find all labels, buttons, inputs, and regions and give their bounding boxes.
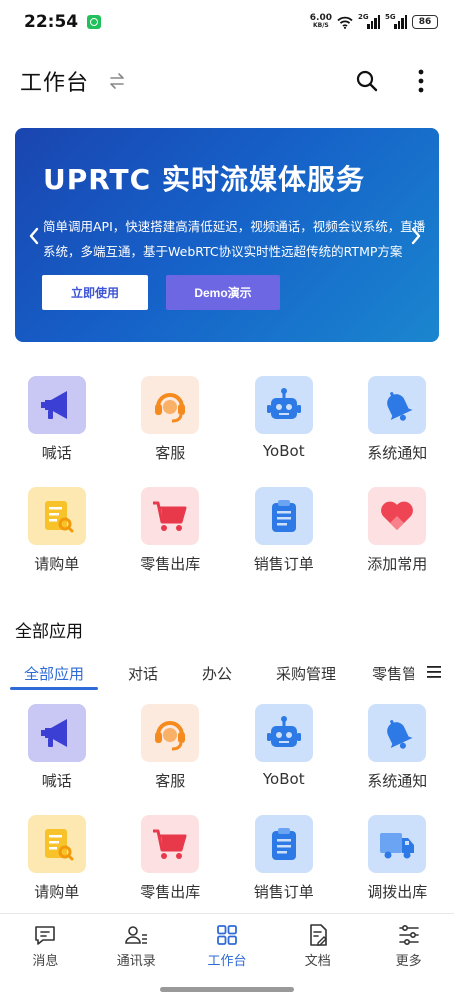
search-icon <box>356 70 378 92</box>
app-header: 工作台 <box>0 54 454 108</box>
tab-office[interactable]: 办公 <box>200 663 234 684</box>
tab-purchase-management[interactable]: 采购管理 <box>274 663 338 684</box>
chevron-right-icon[interactable] <box>409 226 423 246</box>
nav-item-contacts[interactable]: 通讯录 <box>91 914 182 975</box>
workbench-grid-icon <box>217 925 237 945</box>
app-label: 销售订单 <box>253 883 314 901</box>
use-now-button[interactable]: 立即使用 <box>42 275 148 310</box>
promo-banner[interactable]: UPRTC 实时流媒体服务 简单调用API，快速搭建高清低延迟，视频通话，视频会… <box>15 128 439 342</box>
app-label: 客服 <box>155 444 186 462</box>
status-time: 22:54 <box>24 12 79 32</box>
clipboard-icon <box>254 487 313 545</box>
app-label: 喊话 <box>41 444 72 462</box>
nav-label: 消息 <box>32 954 59 969</box>
headset-icon <box>141 376 200 434</box>
app-label: 客服 <box>155 772 186 790</box>
app-label: YoBot <box>262 442 305 460</box>
bottom-nav: 消息 通讯录 工作台 文档 更多 <box>0 913 454 975</box>
app-label: 喊话 <box>41 772 72 790</box>
contacts-icon <box>125 926 148 944</box>
app-requisition[interactable]: 请购单 <box>0 487 114 598</box>
chevron-left-icon[interactable] <box>27 226 41 246</box>
shopping-cart-icon <box>141 815 200 873</box>
home-indicator[interactable] <box>160 987 294 992</box>
all-apps-grid: 喊话 客服 YoBot 系统通知 请购单 零售出库 销售订单 调拨出库 <box>0 704 454 926</box>
banner-description: 简单调用API，快速搭建高清低延迟，视频通话，视频会议系统，直播系统，多端互通，… <box>43 219 426 259</box>
signal-strength-icon: 2G <box>358 13 380 29</box>
app-label: 系统通知 <box>367 444 428 462</box>
app-customer-service[interactable]: 客服 <box>114 704 228 815</box>
app-label: 请购单 <box>34 883 80 901</box>
network-speed: 6.00 KB/S <box>309 13 332 30</box>
app-sales-order[interactable]: 销售订单 <box>227 487 341 598</box>
tab-all-apps[interactable]: 全部应用 <box>22 663 86 684</box>
shopping-cart-icon <box>141 487 200 545</box>
bell-icon <box>368 704 427 762</box>
nav-item-workbench[interactable]: 工作台 <box>182 914 273 975</box>
bell-icon <box>368 376 427 434</box>
app-shout[interactable]: 喊话 <box>0 376 114 487</box>
app-transfer-outbound[interactable]: 调拨出库 <box>341 815 454 926</box>
app-label: YoBot <box>262 770 305 788</box>
app-label: 系统通知 <box>367 772 428 790</box>
app-label: 请购单 <box>34 555 80 573</box>
clipboard-icon <box>254 815 313 873</box>
nav-item-messages[interactable]: 消息 <box>0 914 91 975</box>
app-retail-outbound[interactable]: 零售出库 <box>114 487 228 598</box>
app-retail-outbound[interactable]: 零售出库 <box>114 815 228 926</box>
app-yobot[interactable]: YoBot <box>227 704 341 815</box>
settings-sliders-icon <box>398 924 419 945</box>
headset-icon <box>141 704 200 762</box>
more-options-button[interactable] <box>408 68 434 94</box>
nav-label: 更多 <box>395 954 422 969</box>
banner-title: UPRTC 实时流媒体服务 <box>43 163 365 196</box>
header-actions <box>354 68 434 94</box>
document-icon <box>309 924 327 946</box>
nav-item-documents[interactable]: 文档 <box>272 914 363 975</box>
message-icon <box>35 926 56 945</box>
app-label: 添加常用 <box>367 555 428 573</box>
app-sales-order[interactable]: 销售订单 <box>227 815 341 926</box>
nav-item-more[interactable]: 更多 <box>363 914 454 975</box>
demo-button[interactable]: Demo演示 <box>166 275 280 310</box>
nav-label: 文档 <box>304 954 331 969</box>
nav-label: 工作台 <box>207 954 247 969</box>
switch-arrows-icon[interactable] <box>107 71 127 91</box>
all-apps-title: 全部应用 <box>15 622 83 642</box>
app-add-favorite[interactable]: 添加常用 <box>341 487 454 598</box>
page-title: 工作台 <box>20 71 90 96</box>
app-label: 零售出库 <box>140 555 201 573</box>
requisition-doc-icon <box>27 815 86 873</box>
tab-conversation[interactable]: 对话 <box>126 663 160 684</box>
app-label: 调拨出库 <box>367 883 428 901</box>
app-label: 销售订单 <box>253 555 314 573</box>
wifi-icon <box>337 16 353 29</box>
robot-icon <box>254 704 313 762</box>
active-tab-indicator <box>10 687 98 690</box>
menu-icon <box>427 666 441 678</box>
app-shout[interactable]: 喊话 <box>0 704 114 815</box>
status-bar: 22:54 6.00 KB/S 2G 5G 86 <box>0 0 454 44</box>
wechat-notification-icon <box>87 15 102 29</box>
megaphone-icon <box>27 704 86 762</box>
megaphone-icon <box>27 376 86 434</box>
battery-icon: 86 <box>412 15 438 29</box>
signal-strength-icon: 5G <box>385 13 407 29</box>
app-system-notice[interactable]: 系统通知 <box>341 376 454 487</box>
heart-icon <box>368 487 427 545</box>
more-vertical-icon <box>418 69 424 93</box>
app-customer-service[interactable]: 客服 <box>114 376 228 487</box>
quick-apps-grid: 喊话 客服 YoBot 系统通知 请购单 零售出库 销售订单 添加常用 <box>0 376 454 598</box>
app-requisition[interactable]: 请购单 <box>0 815 114 926</box>
app-system-notice[interactable]: 系统通知 <box>341 704 454 815</box>
nav-label: 通讯录 <box>116 954 156 969</box>
requisition-doc-icon <box>27 487 86 545</box>
tab-menu-button[interactable] <box>414 652 454 692</box>
truck-icon <box>368 815 427 873</box>
status-indicators: 6.00 KB/S 2G 5G 86 <box>309 13 438 30</box>
search-button[interactable] <box>354 68 380 94</box>
robot-icon <box>254 376 313 434</box>
app-yobot[interactable]: YoBot <box>227 376 341 487</box>
app-label: 零售出库 <box>140 883 201 901</box>
